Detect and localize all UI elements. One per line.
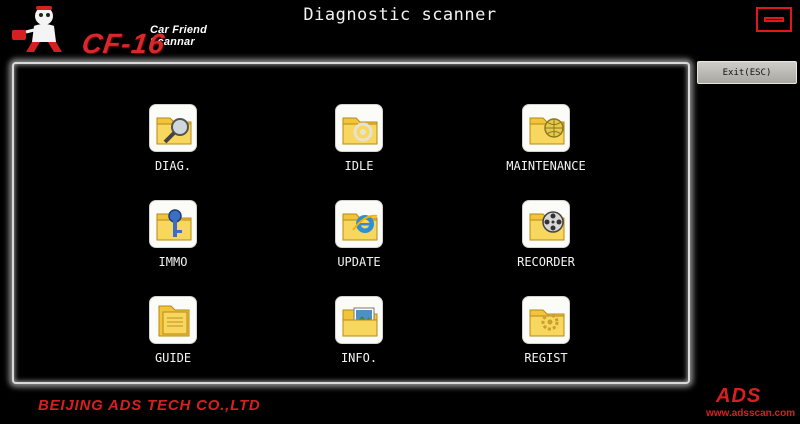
folder-magnifier-icon xyxy=(149,104,197,152)
menu-item-label: REGIST xyxy=(524,351,568,365)
folder-key-icon xyxy=(149,200,197,248)
menu-item-label: RECORDER xyxy=(517,255,575,269)
close-button[interactable] xyxy=(756,7,792,32)
menu-item-guide[interactable]: GUIDE xyxy=(113,296,233,374)
page-title: Diagnostic scanner xyxy=(303,5,497,25)
menu-item-diag[interactable]: DIAG. xyxy=(113,104,233,182)
logo-model-name: CF-16 xyxy=(79,28,168,59)
ads-brand-logo: ADS xyxy=(716,385,762,407)
folder-globe-icon xyxy=(522,104,570,152)
folder-book-icon xyxy=(149,296,197,344)
folder-gear-icon xyxy=(335,104,383,152)
exit-button[interactable]: Exit(ESC) xyxy=(697,61,797,84)
menu-item-info[interactable]: INFO. xyxy=(299,296,419,374)
menu-item-label: INFO. xyxy=(340,351,378,365)
folder-film-reel-icon xyxy=(522,200,570,248)
menu-item-label: MAINTENANCE xyxy=(506,159,586,173)
folder-gear-registration-icon xyxy=(522,296,570,344)
menu-item-idle[interactable]: IDLE xyxy=(299,104,419,182)
company-name: BEIJING ADS TECH CO.,LTD xyxy=(38,397,261,414)
minimize-bar-icon xyxy=(764,17,784,22)
menu-item-immo[interactable]: IMMO xyxy=(113,200,233,278)
menu-item-regist[interactable]: REGIST xyxy=(486,296,606,374)
main-menu-panel: DIAG. IDLE MAINTENANCE IMMO UPDATE RECOR… xyxy=(12,62,690,384)
menu-item-recorder[interactable]: RECORDER xyxy=(486,200,606,278)
menu-item-maintenance[interactable]: MAINTENANCE xyxy=(486,104,606,182)
menu-item-update[interactable]: UPDATE xyxy=(299,200,419,278)
website-link: www.adsscan.com xyxy=(706,408,796,419)
folder-picture-icon xyxy=(335,296,383,344)
menu-item-label: IMMO xyxy=(158,255,188,269)
menu-item-label: DIAG. xyxy=(154,159,192,173)
menu-item-label: GUIDE xyxy=(154,351,192,365)
menu-item-label: UPDATE xyxy=(337,255,381,269)
menu-item-label: IDLE xyxy=(344,159,374,173)
folder-ie-icon xyxy=(335,200,383,248)
